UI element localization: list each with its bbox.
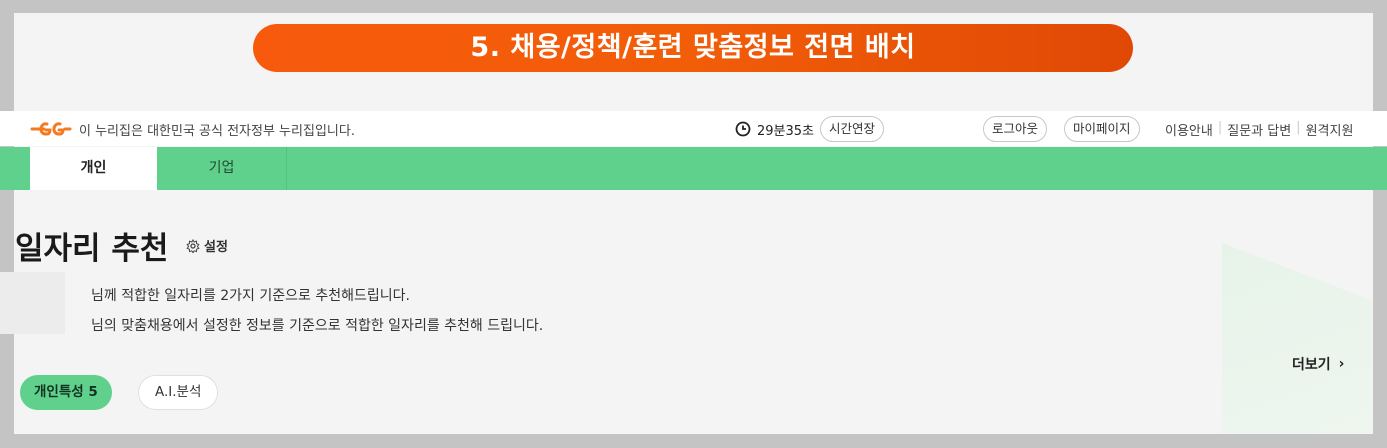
extend-time-button[interactable]: 시간연장 [820,116,885,142]
link-separator: | [1217,120,1223,135]
description-line-1: 님께 적합한 일자리를 2가지 기준으로 추천해드립니다. [91,288,410,304]
nuri-logo-icon [30,122,72,136]
timer-text: 29분35초 [757,123,815,139]
user-type-tabs: 개인 기업 [0,147,1387,190]
chip-ai-analysis[interactable]: A.I.분석 [138,375,219,410]
section-title: 일자리 추천 [15,231,169,267]
more-label: 더보기 [1292,357,1331,373]
chevron-right-icon: › [1338,356,1345,372]
feature-banner: 5. 채용/정책/훈련 맞춤정보 전면 배치 [253,24,1133,72]
tab-company[interactable]: 기업 [157,147,287,190]
link-separator: | [1296,120,1301,135]
utility-links: 이용안내 | 질문과 답변 | 원격지원 [1165,120,1353,139]
link-qna[interactable]: 질문과 답변 [1227,120,1291,139]
description-line-2: 님의 맞춤채용에서 설정한 정보를 기준으로 적합한 일자리를 추천해 드립니다… [91,318,544,334]
gear-icon [186,238,200,253]
link-guide[interactable]: 이용안내 [1165,120,1213,139]
clock-icon [735,121,751,137]
settings-label: 설정 [204,240,228,255]
gov-notice-text: 이 누리집은 대한민국 공식 전자정부 누리집입니다. [79,124,355,139]
mypage-button[interactable]: 마이페이지 [1064,116,1140,142]
gov-notice-bar: 이 누리집은 대한민국 공식 전자정부 누리집입니다. 29분35초 시간연장 … [0,111,1387,146]
chip-personal-traits[interactable]: 개인특성 5 [20,375,112,410]
tab-personal[interactable]: 개인 [30,147,157,190]
link-remote-support[interactable]: 원격지원 [1306,120,1354,139]
settings-button[interactable]: 설정 [186,236,228,255]
logout-button[interactable]: 로그아웃 [983,116,1048,142]
more-button[interactable]: 더보기 › [1292,354,1344,374]
masked-name-area [0,272,65,334]
session-timer: 29분35초 시간연장 [735,116,885,142]
screen-frame [14,13,1373,434]
